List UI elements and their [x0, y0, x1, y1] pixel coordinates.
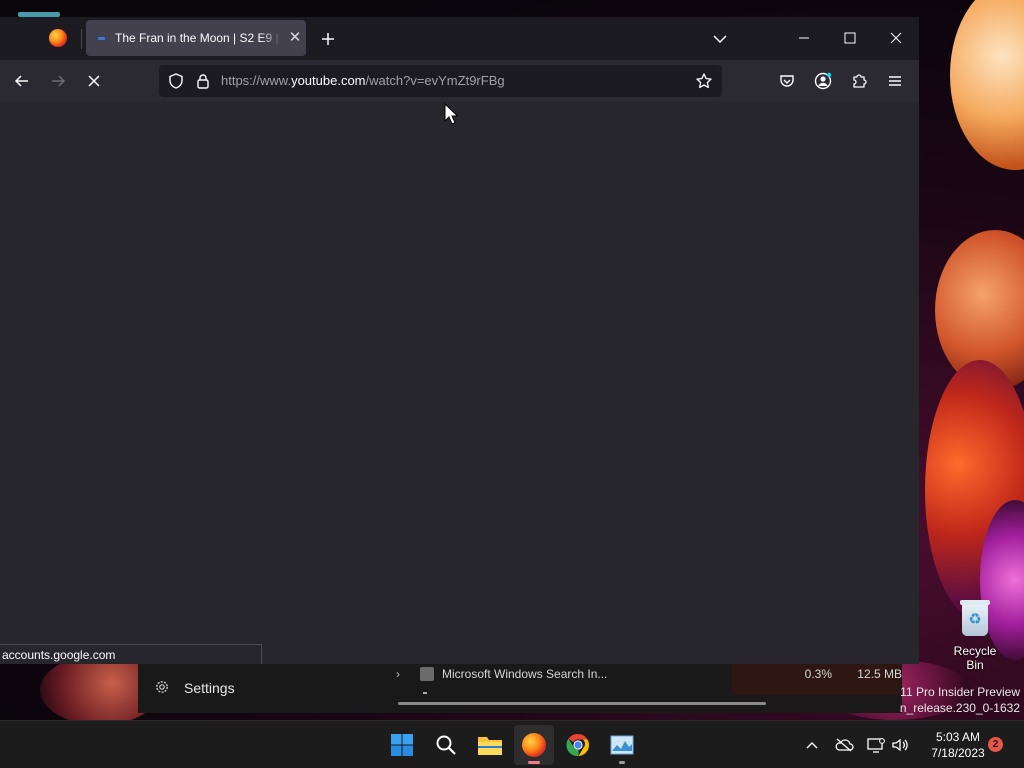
process-cpu: 0.3%	[804, 667, 832, 681]
process-memory: 12.5 MB	[857, 667, 902, 681]
lock-icon[interactable]	[194, 72, 212, 90]
pinned-tab[interactable]	[40, 23, 76, 53]
stop-loading-button[interactable]	[78, 65, 110, 97]
maximize-button[interactable]	[827, 17, 873, 59]
app-menu-button[interactable]	[879, 65, 911, 97]
chevron-right-icon[interactable]: ›	[396, 667, 408, 681]
maximize-icon	[844, 32, 856, 44]
tab-active[interactable]: The Fran in the Moon | S2 E9 | F ✕	[86, 20, 306, 56]
windows-build-watermark: 11 Pro Insider Preview n_release.230_0-1…	[900, 684, 1020, 716]
account-button[interactable]	[807, 65, 839, 97]
firefox-icon	[49, 29, 67, 47]
close-window-button[interactable]	[873, 17, 919, 59]
new-tab-button[interactable]	[314, 25, 342, 53]
cloud-off-icon	[835, 738, 854, 752]
task-manager-taskbar-button[interactable]	[602, 725, 642, 765]
pocket-icon	[780, 75, 794, 87]
arrow-right-icon	[52, 75, 66, 87]
row-marker	[423, 692, 427, 694]
file-explorer-button[interactable]	[470, 725, 510, 765]
url-text[interactable]: https://www.youtube.com/watch?v=evYmZt9r…	[221, 73, 505, 88]
clock-date: 7/18/2023	[931, 746, 985, 760]
firefox-taskbar-button[interactable]	[514, 725, 554, 765]
task-manager-icon	[610, 735, 634, 755]
plus-icon	[322, 33, 334, 45]
watermark-line: 11 Pro Insider Preview	[900, 685, 1020, 699]
url-bar[interactable]: https://www.youtube.com/watch?v=evYmZt9r…	[159, 65, 722, 97]
process-icon	[420, 667, 434, 681]
gear-icon	[154, 679, 170, 698]
close-icon	[890, 32, 902, 44]
navigation-toolbar: https://www.youtube.com/watch?v=evYmZt9r…	[0, 60, 919, 101]
chevron-down-icon	[713, 35, 727, 44]
forward-button[interactable]	[42, 65, 74, 97]
onedrive-tray-icon[interactable]	[832, 731, 856, 759]
notification-count-badge[interactable]: 2	[988, 737, 1003, 752]
search-button[interactable]	[426, 725, 466, 765]
watermark-line: n_release.230_0-1632	[899, 701, 1020, 715]
recycle-bin-label: Recycle Bin	[953, 644, 997, 672]
bookmark-star-icon[interactable]	[695, 72, 713, 90]
speaker-icon	[892, 738, 908, 752]
horizontal-scrollbar[interactable]	[398, 702, 766, 705]
puzzle-icon	[853, 74, 867, 88]
chrome-icon	[566, 733, 589, 757]
windows-start-icon	[391, 734, 413, 756]
pocket-button[interactable]	[771, 65, 803, 97]
tab-title: The Fran in the Moon | S2 E9 | F	[115, 31, 281, 45]
minimize-icon	[799, 37, 809, 39]
search-icon	[436, 735, 456, 755]
taskbar: 5:03 AM 7/18/2023 2	[0, 720, 1024, 768]
extensions-button[interactable]	[843, 65, 875, 97]
recycle-bin-shortcut[interactable]: ♻ Recycle Bin	[944, 598, 1006, 672]
firefox-icon	[522, 733, 546, 757]
tab-loading-icon	[98, 36, 105, 40]
volume-tray-icon[interactable]	[888, 731, 912, 759]
background-task-manager-window[interactable]: Settings › Microsoft Windows Search In..…	[138, 663, 902, 713]
minimize-button[interactable]	[781, 17, 827, 59]
url-host: youtube.com	[291, 73, 366, 88]
recycle-bin-icon: ♻	[958, 598, 992, 638]
account-icon	[814, 72, 832, 90]
arrow-left-icon	[14, 75, 28, 87]
process-name: Microsoft Windows Search In...	[442, 667, 608, 681]
wallpaper-bubble	[950, 0, 1024, 170]
firefox-window[interactable]: The Fran in the Moon | S2 E9 | F ✕ https…	[0, 17, 919, 664]
tracking-protection-shield-icon[interactable]	[167, 72, 185, 90]
settings-nav-item[interactable]: Settings	[138, 663, 384, 713]
url-prefix: https://www.	[221, 73, 292, 88]
back-button[interactable]	[6, 65, 38, 97]
link-status-panel: accounts.google.com	[0, 644, 262, 664]
display-tray-icon[interactable]	[864, 731, 888, 759]
hamburger-menu-icon	[889, 76, 901, 86]
list-all-tabs-button[interactable]	[706, 25, 734, 53]
tab-divider	[81, 29, 82, 49]
folder-icon	[478, 737, 502, 755]
chevron-up-icon	[806, 742, 818, 749]
page-content-area[interactable]	[0, 101, 919, 664]
stop-icon	[88, 75, 100, 87]
active-app-indicator	[528, 761, 540, 764]
mouse-pointer-icon	[444, 103, 458, 125]
process-row[interactable]: › Microsoft Windows Search In... 0.3% 12…	[388, 663, 902, 685]
url-path: /watch?v=evYmZt9rFBg	[365, 73, 505, 88]
monitor-icon	[867, 738, 885, 753]
clock-time: 5:03 AM	[935, 730, 981, 744]
clock[interactable]: 5:03 AM 7/18/2023	[918, 729, 998, 761]
close-tab-icon[interactable]: ✕	[287, 30, 303, 46]
show-hidden-icons-button[interactable]	[800, 731, 824, 759]
settings-label: Settings	[184, 680, 235, 696]
chrome-taskbar-button[interactable]	[558, 725, 598, 765]
tab-strip: The Fran in the Moon | S2 E9 | F ✕	[0, 17, 919, 60]
running-app-indicator	[619, 761, 625, 764]
start-button[interactable]	[382, 725, 422, 765]
